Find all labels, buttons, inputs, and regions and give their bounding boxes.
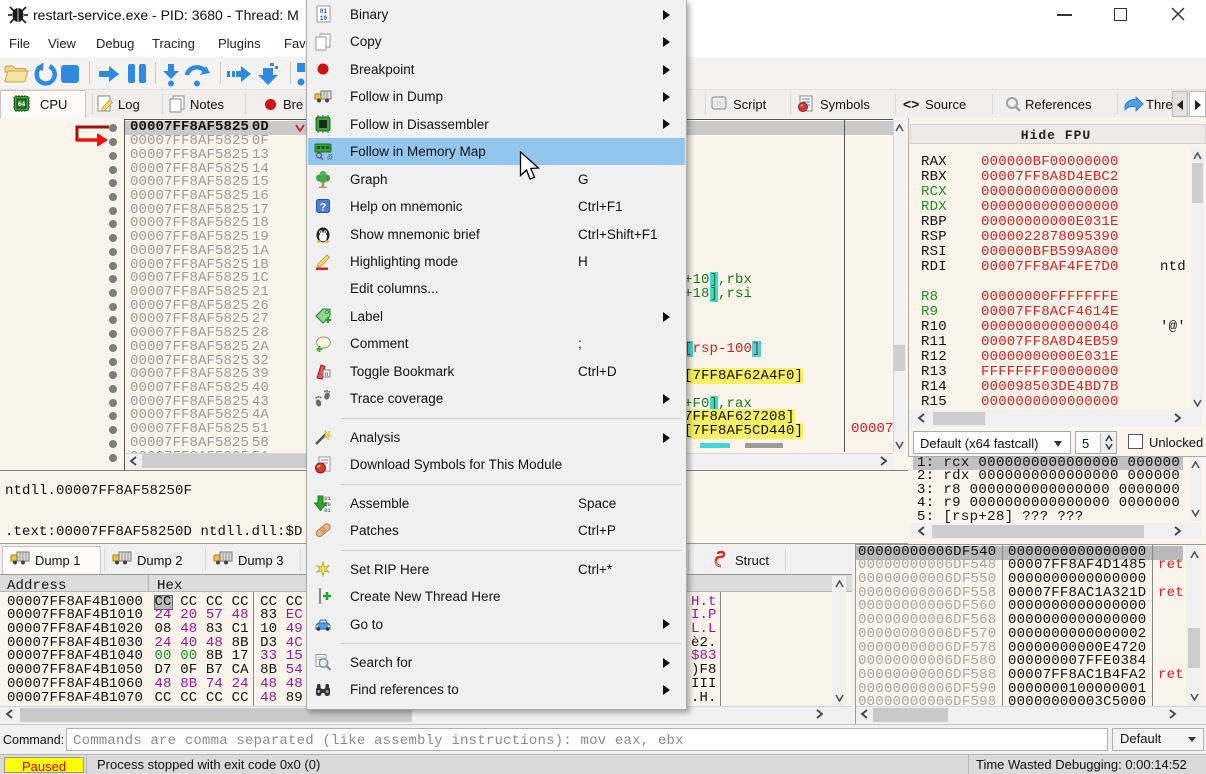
- svg-text:64: 64: [18, 101, 26, 108]
- svg-text:?: ?: [320, 202, 327, 214]
- svg-text:01: 01: [320, 8, 328, 15]
- svg-text:n: n: [325, 371, 329, 378]
- svg-text:10: 10: [320, 15, 328, 22]
- svg-text:@: @: [327, 155, 332, 161]
- svg-text:01: 01: [324, 507, 331, 512]
- svg-text:◌: ◌: [717, 100, 722, 109]
